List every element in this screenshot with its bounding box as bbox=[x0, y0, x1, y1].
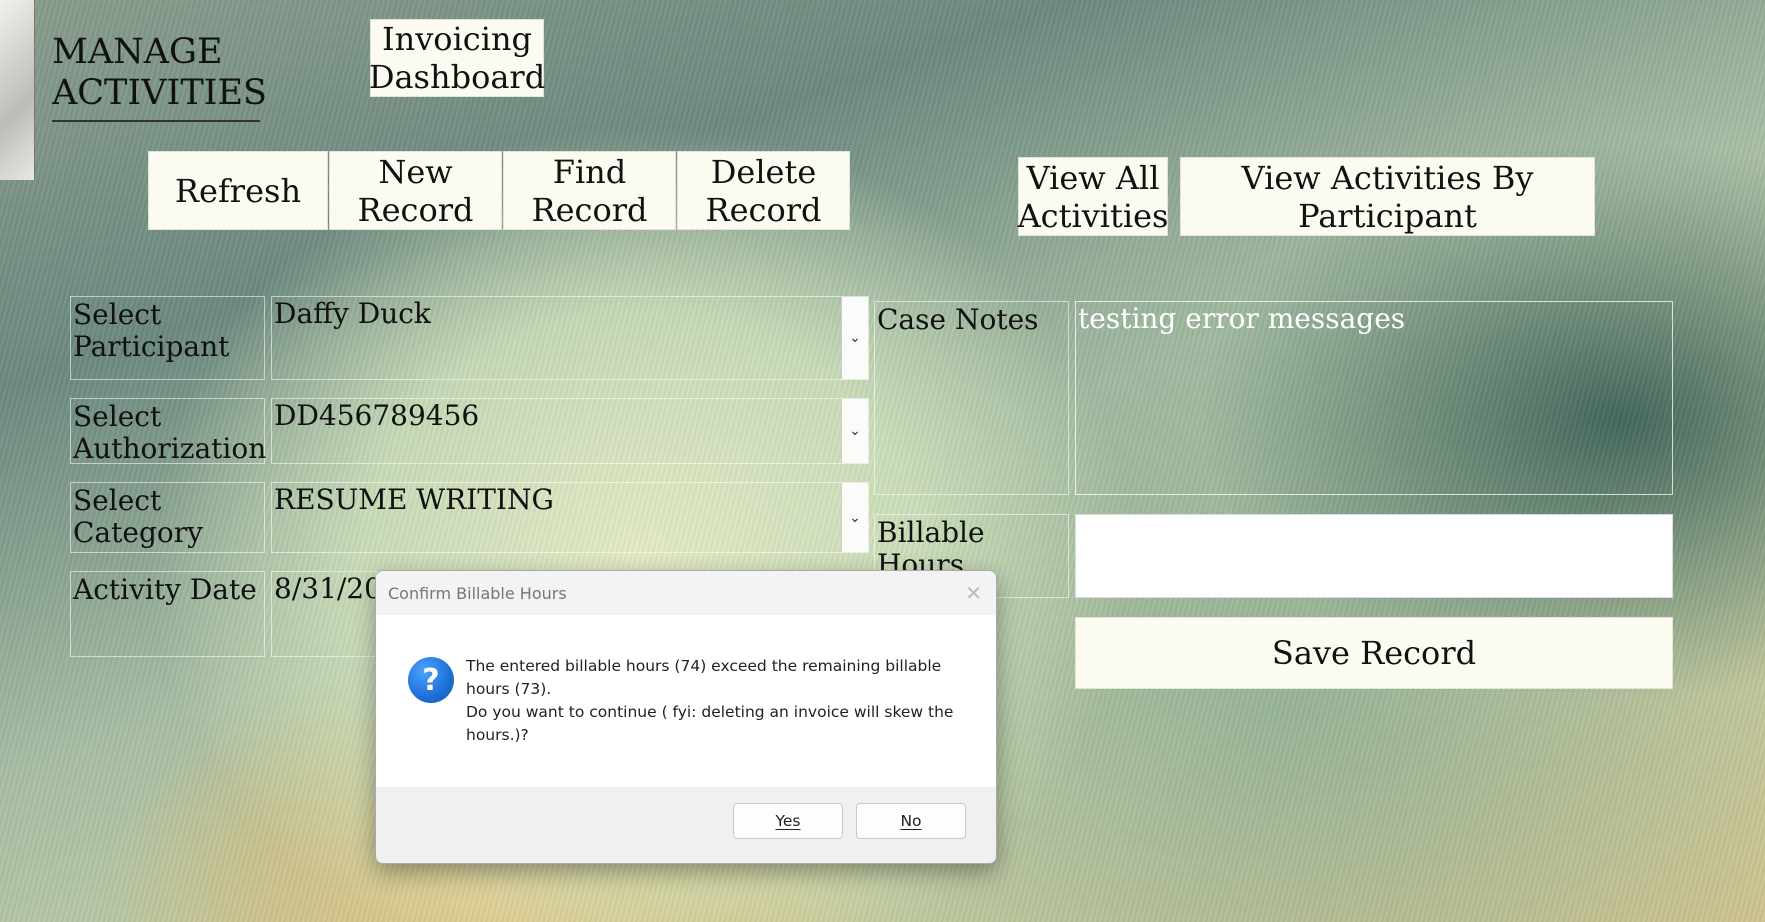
participant-label: Select Participant bbox=[70, 296, 265, 380]
confirm-dialog: Confirm Billable Hours ✕ ? The entered b… bbox=[375, 570, 997, 864]
yes-button[interactable]: Yes bbox=[733, 803, 843, 839]
page-title: MANAGE ACTIVITIES bbox=[52, 32, 268, 122]
dialog-titlebar: Confirm Billable Hours ✕ bbox=[376, 571, 996, 615]
chevron-down-icon[interactable]: ⌄ bbox=[841, 297, 868, 379]
close-icon[interactable]: ✕ bbox=[965, 581, 982, 605]
category-label: Select Category bbox=[70, 482, 265, 553]
activity-date-label: Activity Date bbox=[70, 571, 265, 657]
view-all-activities-button[interactable]: View All Activities bbox=[1018, 157, 1168, 236]
dialog-footer: Yes No bbox=[376, 787, 996, 863]
dialog-body: ? The entered billable hours (74) exceed… bbox=[376, 615, 996, 787]
invoicing-dashboard-button[interactable]: Invoicing Dashboard bbox=[369, 19, 545, 97]
participant-value: Daffy Duck bbox=[274, 297, 431, 330]
page-title-line1: MANAGE bbox=[52, 32, 223, 72]
category-select[interactable]: RESUME WRITING ⌄ bbox=[271, 482, 869, 553]
view-activities-by-participant-button[interactable]: View Activities By Participant bbox=[1180, 157, 1595, 236]
dialog-message: The entered billable hours (74) exceed t… bbox=[466, 657, 954, 744]
refresh-button[interactable]: Refresh bbox=[148, 151, 328, 230]
logo-image bbox=[0, 0, 35, 180]
page-title-line2: ACTIVITIES bbox=[52, 73, 268, 113]
case-notes-textarea[interactable]: testing error messages bbox=[1075, 301, 1673, 495]
authorization-select[interactable]: DD456789456 ⌄ bbox=[271, 398, 869, 464]
billable-hours-input[interactable] bbox=[1075, 514, 1673, 598]
delete-record-button[interactable]: Delete Record bbox=[677, 151, 850, 230]
participant-select[interactable]: Daffy Duck ⌄ bbox=[271, 296, 869, 380]
chevron-down-icon[interactable]: ⌄ bbox=[841, 399, 868, 463]
activity-date-value: 8/31/20 bbox=[274, 572, 382, 605]
find-record-button[interactable]: Find Record bbox=[503, 151, 676, 230]
save-record-button[interactable]: Save Record bbox=[1075, 617, 1673, 689]
authorization-label: Select Authorization bbox=[70, 398, 266, 465]
authorization-value: DD456789456 bbox=[274, 399, 480, 432]
dialog-title: Confirm Billable Hours bbox=[388, 583, 567, 603]
case-notes-label: Case Notes bbox=[874, 301, 1069, 495]
chevron-down-icon[interactable]: ⌄ bbox=[841, 483, 868, 552]
question-icon: ? bbox=[408, 657, 454, 703]
new-record-button[interactable]: New Record bbox=[329, 151, 502, 230]
category-value: RESUME WRITING bbox=[274, 483, 554, 516]
no-button[interactable]: No bbox=[856, 803, 966, 839]
